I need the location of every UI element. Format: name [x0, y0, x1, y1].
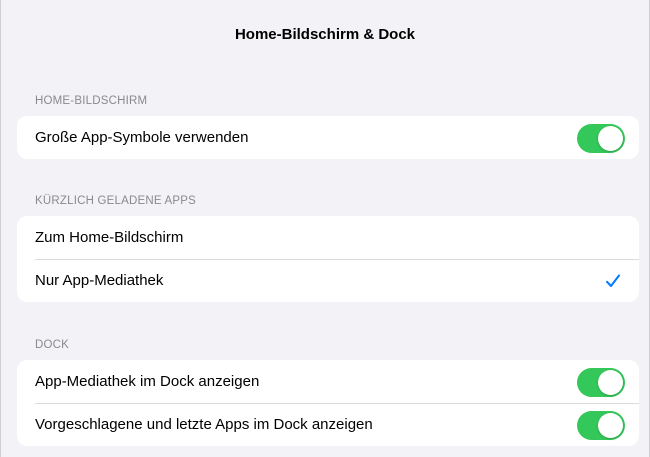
row-large-app-icons[interactable]: Große App-Symbole verwenden	[17, 116, 639, 159]
group-home-screen: Große App-Symbole verwenden	[17, 116, 639, 159]
row-label: Große App-Symbole verwenden	[35, 129, 249, 146]
toggle-knob	[598, 369, 623, 395]
row-show-suggested-recent-apps[interactable]: Vorgeschlagene und letzte Apps im Dock a…	[17, 403, 639, 446]
section-header-dock: DOCK	[35, 339, 70, 351]
option-add-to-home-screen[interactable]: Zum Home-Bildschirm	[17, 216, 639, 259]
large-app-icons-toggle[interactable]	[577, 123, 625, 153]
group-dock: App-Mediathek im Dock anzeigen Vorgeschl…	[17, 360, 639, 446]
settings-window: Home-Bildschirm & Dock HOME-BILDSCHIRM G…	[0, 0, 650, 457]
row-label: Zum Home-Bildschirm	[35, 229, 184, 246]
toggle-knob	[598, 412, 623, 438]
checkmark-icon	[606, 274, 620, 287]
show-app-library-in-dock-toggle[interactable]	[577, 367, 625, 397]
row-show-app-library-in-dock[interactable]: App-Mediathek im Dock anzeigen	[17, 360, 639, 403]
group-recent-apps: Zum Home-Bildschirm Nur App-Mediathek	[17, 216, 639, 302]
toggle-knob	[598, 125, 623, 151]
section-header-home-screen: HOME-BILDSCHIRM	[35, 95, 148, 107]
section-header-recent-apps: KÜRZLICH GELADENE APPS	[35, 195, 196, 207]
row-label: Nur App-Mediathek	[35, 272, 164, 289]
page-title: Home-Bildschirm & Dock	[234, 26, 416, 43]
row-label: Vorgeschlagene und letzte Apps im Dock a…	[35, 416, 373, 433]
show-suggested-recent-apps-toggle[interactable]	[577, 410, 625, 440]
option-app-library-only[interactable]: Nur App-Mediathek	[17, 259, 639, 302]
row-label: App-Mediathek im Dock anzeigen	[35, 373, 260, 390]
